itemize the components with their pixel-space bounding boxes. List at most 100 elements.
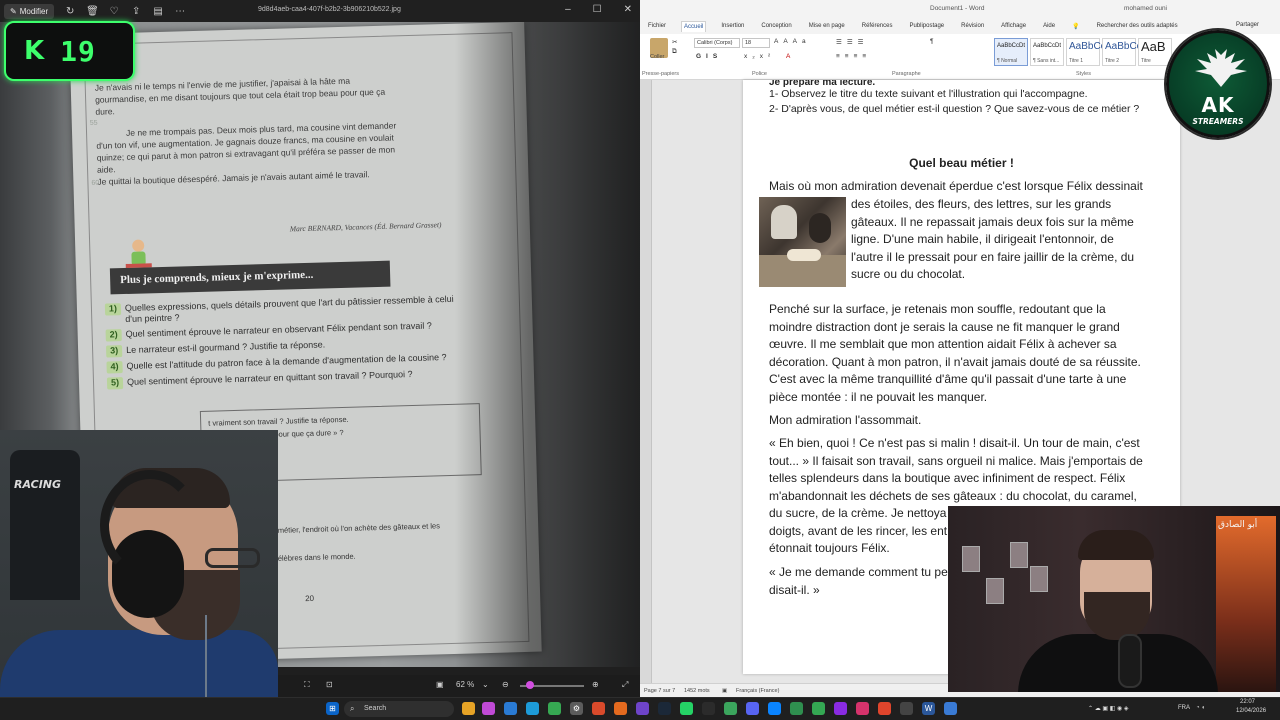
font-size-select[interactable]: 18 xyxy=(742,38,770,48)
rotate-icon[interactable]: ↻ xyxy=(64,6,76,17)
slideshow-icon[interactable]: ▣ xyxy=(436,680,444,689)
style-normal[interactable]: AaBbCcDt ¶ Normal xyxy=(994,38,1028,66)
taskbar-search[interactable]: ⌕ Search xyxy=(344,701,454,717)
image-assistant xyxy=(809,213,831,243)
whatsapp-icon[interactable] xyxy=(680,702,693,715)
app-icon[interactable] xyxy=(856,702,869,715)
cut-icon[interactable]: ✂ xyxy=(672,38,682,46)
twitch-icon[interactable] xyxy=(636,702,649,715)
ribbon-tabs: Fichier Accueil Insertion Conception Mis… xyxy=(640,18,1280,34)
wall-photo xyxy=(962,546,980,572)
word-count[interactable]: 1452 mots xyxy=(684,688,710,694)
intro-instructions: Je prépare ma lecture. 1- Observez le ti… xyxy=(769,80,1169,117)
firefox-icon[interactable] xyxy=(614,702,627,715)
app-icon[interactable] xyxy=(878,702,891,715)
settings-icon[interactable]: ⚙ xyxy=(570,702,583,715)
tab-home[interactable]: Accueil xyxy=(681,20,707,32)
group-styles: Styles xyxy=(1076,71,1091,77)
app-icon[interactable] xyxy=(944,702,957,715)
logo-subtitle: STREAMERS xyxy=(1192,117,1244,126)
font-color-icon[interactable]: A xyxy=(786,53,795,60)
paragraph-3: Mon admiration l'assommait. xyxy=(769,413,922,427)
zoom-level[interactable]: 62 % xyxy=(456,680,474,689)
app-icon[interactable] xyxy=(790,702,803,715)
subscript-superscript-icons[interactable]: x₂x² xyxy=(744,53,775,60)
line-number: 55 xyxy=(89,119,98,127)
pastry-chef-image[interactable] xyxy=(759,197,846,287)
lightbulb-icon: 💡 xyxy=(1072,23,1080,30)
tab-references[interactable]: Références xyxy=(860,21,895,31)
spotify-icon[interactable] xyxy=(724,702,737,715)
language-indicator[interactable]: FRA xyxy=(1178,705,1190,711)
epic-games-icon[interactable] xyxy=(702,702,715,715)
tab-design[interactable]: Conception xyxy=(759,21,793,31)
styles-gallery: AaBbCcDt ¶ Normal AaBbCcDt ¶ Sans int... A… xyxy=(994,38,1172,66)
logo-title: AK xyxy=(1201,93,1235,117)
tab-mailings[interactable]: Publipostage xyxy=(907,21,946,31)
photos-app-icon[interactable] xyxy=(482,702,495,715)
chrome-icon[interactable] xyxy=(548,702,561,715)
app-icon[interactable] xyxy=(900,702,913,715)
word-icon[interactable]: W xyxy=(922,702,935,715)
photo-viewer-toolbar: ✎ Modifier ↻ 🗑 ♡ ⇪ ▤ ⋯ 9d8d4aeb-caa4-407f… xyxy=(0,0,640,22)
align-icons[interactable]: ≡≡≡≡ xyxy=(836,53,871,60)
style-no-spacing[interactable]: AaBbCcDt ¶ Sans int... xyxy=(1030,38,1064,66)
format-icons[interactable]: GIS xyxy=(696,53,722,60)
share-icon[interactable]: ⇪ xyxy=(130,6,142,17)
chevron-down-icon[interactable]: ⌄ xyxy=(482,680,489,689)
delete-icon[interactable]: 🗑 xyxy=(86,6,99,17)
font-name-select[interactable]: Calibri (Corps) xyxy=(694,38,740,48)
tray-icons[interactable]: ⌃ ☁ ▣ ◧ ◉ ◈ xyxy=(1088,705,1129,712)
page-top-text: Je n'avais ni le temps ni l'envie de me … xyxy=(95,70,508,187)
zoom-app-icon[interactable] xyxy=(768,702,781,715)
edge-icon[interactable] xyxy=(526,702,539,715)
fullscreen-icon[interactable]: ⤢ xyxy=(622,680,628,690)
fit-icon[interactable]: ⛶ xyxy=(304,680,310,690)
clock-time[interactable]: 22:07 xyxy=(1240,699,1255,705)
webcam-right: أبو الصادق xyxy=(948,506,1280,692)
minimize-icon[interactable]: – xyxy=(565,4,571,15)
tab-help[interactable]: Aide xyxy=(1041,21,1057,31)
windows-start-icon[interactable]: ⊞ xyxy=(326,702,339,715)
tell-me-search[interactable]: Rechercher des outils adaptés xyxy=(1095,21,1180,31)
tab-file[interactable]: Fichier xyxy=(646,21,668,31)
copy-icon[interactable]: ⧉ xyxy=(672,48,682,56)
user-name[interactable]: mohamed ouni xyxy=(1124,5,1167,12)
discord-icon[interactable] xyxy=(746,702,759,715)
more-icon[interactable]: ⋯ xyxy=(174,6,186,17)
zoom-out-icon[interactable]: ⊖ xyxy=(502,680,509,689)
list-icons[interactable]: ☰☰☰ xyxy=(836,38,868,46)
close-icon[interactable]: ✕ xyxy=(624,4,632,15)
share-button[interactable]: Partager xyxy=(1236,22,1259,28)
style-heading-2[interactable]: AaBbCcC Titre 2 xyxy=(1102,38,1149,66)
zoom-in-icon[interactable]: ⊕ xyxy=(592,680,599,689)
webcam-left: RACING xyxy=(0,430,278,720)
info-icon[interactable]: ▤ xyxy=(152,6,164,17)
style-heading-1[interactable]: AaBbCc Titre 1 xyxy=(1066,38,1106,66)
store-icon[interactable] xyxy=(504,702,517,715)
clock-date[interactable]: 12/04/2026 xyxy=(1236,708,1266,714)
tab-view[interactable]: Affichage xyxy=(999,21,1028,31)
tab-review[interactable]: Révision xyxy=(959,21,986,31)
paragraph-mark-icon[interactable]: ¶ xyxy=(930,38,939,45)
maximize-icon[interactable]: ☐ xyxy=(593,4,602,15)
zoom-slider-handle[interactable] xyxy=(526,681,534,689)
font-grow-shrink-icons[interactable]: AAAa xyxy=(774,38,811,45)
proofing-icon[interactable]: ▣ xyxy=(722,688,727,694)
photo-shadow xyxy=(455,22,640,667)
modify-button[interactable]: ✎ Modifier xyxy=(4,3,55,19)
language-status[interactable]: Français (France) xyxy=(736,688,779,694)
chrome-icon[interactable] xyxy=(812,702,825,715)
file-explorer-icon[interactable] xyxy=(462,702,475,715)
favorite-icon[interactable]: ♡ xyxy=(108,6,120,17)
steam-icon[interactable] xyxy=(658,702,671,715)
app-icon[interactable] xyxy=(834,702,847,715)
document-title: Document1 - Word xyxy=(930,5,985,12)
tab-layout[interactable]: Mise en page xyxy=(807,21,847,31)
actual-size-icon[interactable]: ⊡ xyxy=(326,680,333,689)
brave-icon[interactable] xyxy=(592,702,605,715)
network-volume-icons[interactable]: ◔ ◖ xyxy=(1196,705,1205,711)
page-count[interactable]: Page 7 sur 7 xyxy=(644,688,675,694)
style-title[interactable]: AaB Titre xyxy=(1138,38,1172,66)
tab-insert[interactable]: Insertion xyxy=(719,21,746,31)
